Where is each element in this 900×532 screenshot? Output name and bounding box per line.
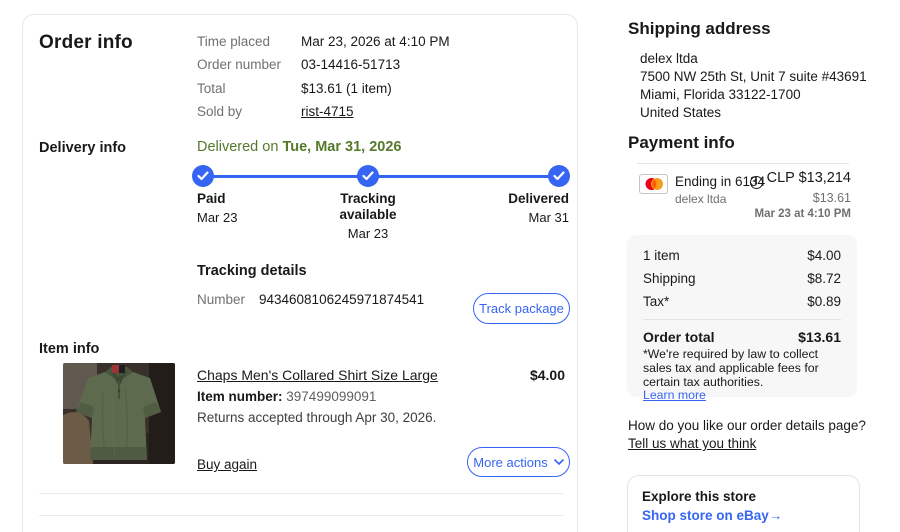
tax-disclaimer-text: *We're required by law to collect sales … [643,347,819,389]
feedback-question: How do you like our order details page? [628,418,866,433]
item-info-title: Item info [39,341,99,357]
step-tracking-date: Mar 23 [318,226,418,242]
summary-tax-label: Tax* [643,294,669,309]
learn-more-link[interactable]: Learn more [643,388,706,402]
order-total-label: Order total [643,329,715,345]
summary-shipping-value: $8.72 [807,271,841,286]
card-holder: delex ltda [675,192,726,206]
tracking-check-icon [357,165,379,187]
step-paid-label: Paid [197,191,307,207]
address-city: Miami, Florida 33122-1700 [640,86,801,105]
item-number-row: Item number: 397499099091 [197,389,376,404]
explore-store-title: Explore this store [642,489,756,504]
tax-disclaimer: *We're required by law to collect sales … [643,348,843,403]
step-tracking-label: Tracking available [326,191,410,223]
payment-info-title: Payment info [628,133,735,153]
order-number-label: Order number [197,57,281,72]
payment-timestamp: Mar 23 at 4:10 PM [754,208,851,220]
summary-tax-value: $0.89 [807,294,841,309]
delivery-status-date: Tue, Mar 31, 2026 [282,139,401,155]
order-summary-box: 1 item $4.00 Shipping $8.72 Tax* $0.89 O… [627,235,857,397]
tracker-step-delivered: Delivered Mar 31 [459,191,569,226]
total-label: Total [197,81,226,96]
usd-amount: $13.61 [813,191,851,205]
delivery-status: Delivered on Tue, Mar 31, 2026 [197,139,401,155]
foreign-amount: CLP $13,214 [767,170,851,186]
tracker-step-tracking: Tracking available Mar 23 [318,191,418,242]
summary-row-items: 1 item $4.00 [643,248,841,263]
order-details-page: Order info Time placed Mar 23, 2026 at 4… [0,0,900,532]
summary-items-label: 1 item [643,248,680,263]
explore-store-box: Explore this store Shop store on eBay→ [627,475,860,532]
item-price: $4.00 [530,367,565,383]
summary-row-total: Order total $13.61 [643,329,841,345]
summary-shipping-label: Shipping [643,271,696,286]
payment-divider [637,163,849,164]
buy-again-link[interactable]: Buy again [197,457,257,472]
item-number-label: Item number: [197,389,283,404]
summary-items-value: $4.00 [807,248,841,263]
paid-check-icon [192,165,214,187]
card-divider-2 [39,515,563,516]
more-actions-label: More actions [473,455,547,470]
item-number-value: 397499099091 [286,389,376,404]
track-package-label: Track package [479,301,564,316]
total-value: $13.61 (1 item) [301,81,392,96]
item-thumbnail[interactable] [63,363,175,464]
order-info-title: Order info [39,32,133,54]
address-country: United States [640,104,721,123]
sold-by-label: Sold by [197,104,242,119]
summary-divider [643,319,841,320]
mastercard-icon [639,174,668,194]
tracking-number-value: 9434608106245971874541 [259,292,424,307]
card-divider-1 [39,493,563,494]
tracking-details-title: Tracking details [197,263,307,279]
summary-row-shipping: Shipping $8.72 [643,271,841,286]
summary-row-tax: Tax* $0.89 [643,294,841,309]
delivery-status-prefix: Delivered on [197,139,278,155]
time-placed-label: Time placed [197,34,270,49]
time-placed-value: Mar 23, 2026 at 4:10 PM [301,34,450,49]
tracker-progress-line [202,175,558,178]
order-number-value: 03-14416-51713 [301,57,400,72]
item-title-link[interactable]: Chaps Men's Collared Shirt Size Large [197,367,438,383]
seller-link[interactable]: rist-4715 [301,104,354,119]
track-package-button[interactable]: Track package [473,293,570,324]
chevron-down-icon [554,459,564,465]
shirt-photo-illustration [63,363,175,464]
delivered-check-icon [548,165,570,187]
step-paid-date: Mar 23 [197,210,307,226]
feedback-link[interactable]: Tell us what you think [628,436,756,451]
tracker-step-paid: Paid Mar 23 [197,191,307,226]
shop-store-link[interactable]: Shop store on eBay→ [642,508,782,523]
address-street: 7500 NW 25th St, Unit 7 suite #43691 [640,68,867,87]
step-delivered-label: Delivered [459,191,569,207]
shipping-address-title: Shipping address [628,19,771,39]
returns-info: Returns accepted through Apr 30, 2026. [197,410,436,425]
step-delivered-date: Mar 31 [459,210,569,226]
foreign-amount-row: i CLP $13,214 [750,170,851,189]
order-card: Order info Time placed Mar 23, 2026 at 4… [22,14,578,532]
address-name: delex ltda [640,50,698,69]
currency-info-icon[interactable]: i [750,176,763,189]
delivery-info-title: Delivery info [39,140,126,156]
order-total-value: $13.61 [798,329,841,345]
more-actions-button[interactable]: More actions [467,447,570,477]
tracking-number-label: Number [197,292,245,307]
